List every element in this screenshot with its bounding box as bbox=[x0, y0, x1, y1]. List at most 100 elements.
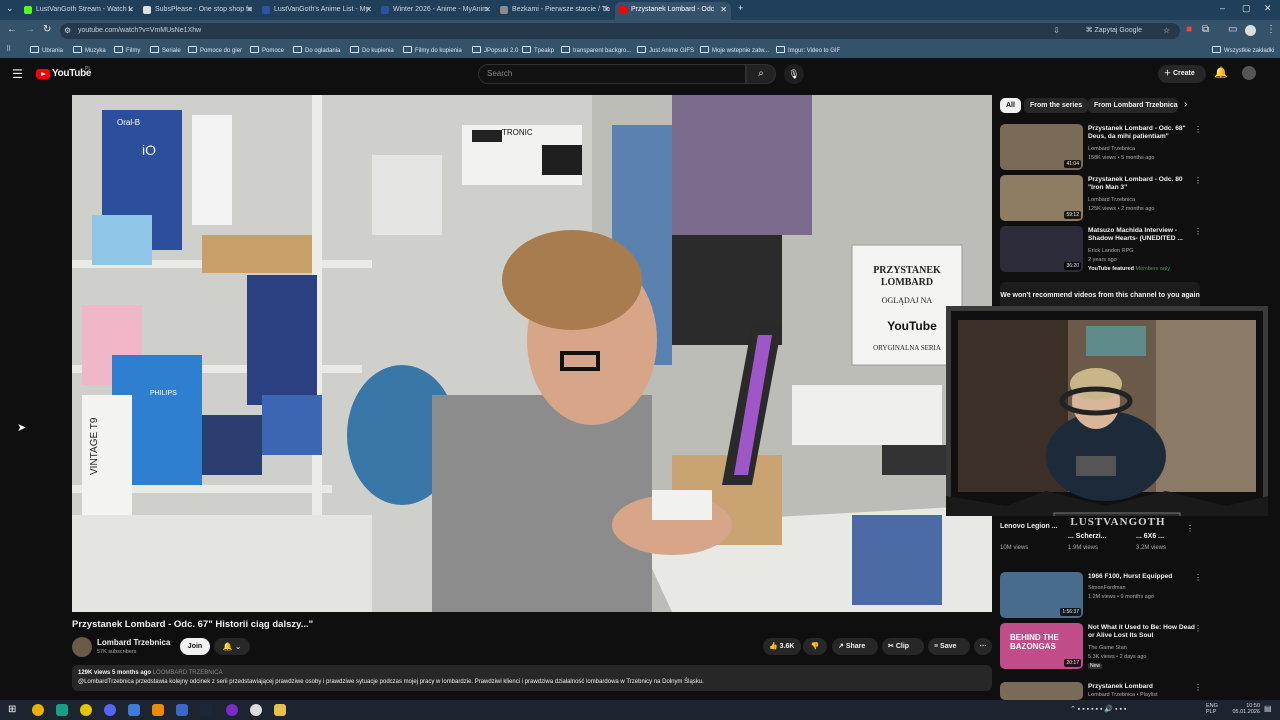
account-avatar[interactable] bbox=[1242, 66, 1256, 80]
rec-title[interactable]: 1966 F100, Hurst Equipped bbox=[1088, 573, 1196, 581]
video-thumbnail[interactable]: BEHIND THE BAZONGAS 20:17 bbox=[1000, 623, 1083, 669]
discord-app-icon[interactable] bbox=[104, 704, 116, 716]
close-window-icon[interactable]: ✕ bbox=[1264, 3, 1272, 14]
video-thumbnail[interactable]: 36:20 bbox=[1000, 226, 1083, 272]
close-tab-icon[interactable]: ✕ bbox=[246, 2, 253, 18]
close-tab-icon[interactable]: ✕ bbox=[484, 2, 491, 18]
clock[interactable]: 10:50 05.01.2026 bbox=[1224, 703, 1260, 715]
bookmark-folder[interactable]: Pomoce do gier bbox=[188, 46, 242, 54]
url-input[interactable]: youtube.com/watch?v=VmMUsNe1Xhw ⚙ ⇩ ⌘ Za… bbox=[60, 23, 1180, 39]
obs-app-icon[interactable] bbox=[250, 704, 262, 716]
extensions-puzzle-icon[interactable]: ⧉ bbox=[1202, 24, 1209, 35]
bookmark-link[interactable]: Moje wstepnie zatw... bbox=[700, 46, 769, 54]
menu-dots-icon[interactable]: ⋮ bbox=[1266, 24, 1276, 35]
video-thumbnail[interactable]: 59:12 bbox=[1000, 175, 1083, 221]
notifications-bell-icon[interactable]: 🔔 bbox=[1214, 66, 1228, 79]
site-info-icon[interactable]: ⚙ bbox=[64, 23, 71, 39]
bookmark-folder[interactable]: Pomoce bbox=[250, 46, 284, 54]
voice-search-icon[interactable]: 🎙 bbox=[784, 64, 804, 84]
rec-title[interactable]: Przystanek Lombard - Odc. 68" Deus, da m… bbox=[1088, 125, 1196, 141]
bookmark-link[interactable]: Tpeakp bbox=[522, 46, 554, 54]
more-options-icon[interactable]: ⋮ bbox=[1194, 227, 1202, 236]
minimize-icon[interactable]: – bbox=[1220, 3, 1225, 13]
file-explorer-icon[interactable] bbox=[274, 704, 286, 716]
bookmark-link[interactable]: Imgur: Video to GIF bbox=[776, 46, 840, 54]
bookmark-folder[interactable]: Do kupienia bbox=[350, 46, 394, 54]
rec-title[interactable]: Przystanek Lombard bbox=[1088, 683, 1196, 691]
bookmark-folder[interactable]: Muzyka bbox=[73, 46, 106, 54]
playlist-thumbnail[interactable] bbox=[1000, 682, 1083, 700]
recommended-video[interactable]: 41:04 Przystanek Lombard - Odc. 68" Deus… bbox=[1000, 124, 1202, 170]
recommended-video[interactable]: 36:20 Matsuzo Machida Interview - Shadow… bbox=[1000, 226, 1202, 272]
subscription-bell-button[interactable]: 🔔 ⌄ bbox=[214, 638, 250, 655]
save-button[interactable]: ≡ Save bbox=[928, 638, 970, 655]
more-options-icon[interactable]: ⋮ bbox=[1194, 125, 1202, 134]
recommended-video[interactable]: 1:56:37 1966 F100, Hurst Equipped SimonF… bbox=[1000, 572, 1202, 618]
steam-app-icon[interactable] bbox=[200, 704, 212, 716]
maximize-icon[interactable]: ▢ bbox=[1242, 3, 1251, 14]
forward-icon[interactable]: → bbox=[25, 24, 35, 35]
start-menu-icon[interactable]: ⊞ bbox=[8, 704, 20, 716]
dislike-button[interactable]: 👎 bbox=[803, 638, 827, 655]
browser-tab-2[interactable]: SubsPlease - One stop shop fo ✕ bbox=[139, 2, 257, 20]
like-button[interactable]: 👍 3.6K bbox=[763, 638, 801, 655]
tabs-icon[interactable]: ▭ bbox=[1228, 24, 1237, 35]
system-tray-icons[interactable]: ⌃ ▪ ▪ ▪ ▪ ▪ ▪ 🔊 ▪ ▪ ▪ bbox=[1070, 705, 1126, 713]
short-title[interactable]: ... 6X6 ... bbox=[1136, 532, 1184, 541]
vlc-app-icon[interactable] bbox=[152, 704, 164, 716]
channel-name[interactable]: Lombard Trzebnica bbox=[97, 638, 170, 647]
apps-grid-icon[interactable]: ⠿ bbox=[6, 45, 11, 53]
keyboard-language[interactable]: ENG PLP bbox=[1206, 703, 1218, 715]
install-icon[interactable]: ⇩ bbox=[1053, 23, 1060, 39]
video-thumbnail[interactable]: 1:56:37 bbox=[1000, 572, 1083, 618]
short-title[interactable]: Lenovo Legion ... bbox=[1000, 522, 1058, 531]
more-options-icon[interactable]: ⋮ bbox=[1194, 176, 1202, 185]
bookmark-folder[interactable]: Filmy bbox=[114, 46, 140, 54]
app-icon[interactable] bbox=[128, 704, 140, 716]
search-input[interactable]: Search bbox=[478, 64, 746, 84]
browser-tab-3[interactable]: LustVanGoth's Anime List - My ✕ bbox=[258, 2, 376, 20]
all-bookmarks-folder[interactable]: Wszystkie zakładki bbox=[1212, 46, 1274, 54]
description-box[interactable]: 129K views 5 months ago LOOMBARD TRZEBNI… bbox=[72, 665, 992, 691]
app-icon[interactable] bbox=[56, 704, 68, 716]
bookmark-folder[interactable]: Do ogladania bbox=[293, 46, 340, 54]
youtube-logo-icon[interactable] bbox=[36, 69, 50, 79]
more-options-icon[interactable]: ⋮ bbox=[1186, 524, 1194, 533]
create-button[interactable]: ＋ Create bbox=[1158, 65, 1206, 83]
app-icon[interactable] bbox=[80, 704, 92, 716]
new-tab-button[interactable]: + bbox=[738, 3, 743, 13]
share-button[interactable]: ↗ Share bbox=[832, 638, 878, 655]
bookmark-link[interactable]: transparent backgro... bbox=[561, 46, 631, 54]
channel-avatar[interactable] bbox=[72, 637, 92, 657]
notification-center-icon[interactable]: ▤ bbox=[1264, 704, 1272, 713]
more-options-icon[interactable]: ⋮ bbox=[1194, 573, 1202, 582]
back-icon[interactable]: ← bbox=[7, 24, 17, 35]
more-actions-button[interactable]: ⋯ bbox=[974, 638, 992, 655]
close-tab-icon[interactable]: ✕ bbox=[365, 2, 372, 18]
extension-icon[interactable]: ■ bbox=[1186, 24, 1192, 35]
tab-search-icon[interactable]: ⌄ bbox=[6, 3, 14, 14]
clip-button[interactable]: ✂ Clip bbox=[882, 638, 924, 655]
search-button[interactable]: ⌕ bbox=[746, 64, 776, 84]
close-tab-icon[interactable]: ✕ bbox=[720, 2, 727, 18]
video-thumbnail[interactable]: 41:04 bbox=[1000, 124, 1083, 170]
close-tab-icon[interactable]: ✕ bbox=[127, 2, 134, 18]
chip-from-channel[interactable]: From Lombard Trzebnica bbox=[1088, 98, 1178, 113]
join-button[interactable]: Join bbox=[180, 638, 210, 655]
hashtag[interactable]: LOOMBARD TRZEBNICA bbox=[153, 670, 223, 676]
video-player[interactable]: PRZYSTANEK LOMBARD OGLĄDAJ NA YouTube OR… bbox=[72, 95, 992, 612]
chip-all[interactable]: All bbox=[1000, 98, 1021, 113]
browser-tab-active[interactable]: Przystanek Lombard - Odc ✕ bbox=[615, 2, 731, 20]
chip-from-series[interactable]: From the series bbox=[1024, 98, 1089, 113]
app-icon[interactable] bbox=[226, 704, 238, 716]
chevron-right-icon[interactable]: › bbox=[1184, 99, 1187, 110]
recommended-video[interactable]: BEHIND THE BAZONGAS 20:17 Not What it Us… bbox=[1000, 623, 1202, 669]
rec-title[interactable]: Matsuzo Machida Interview - Shadow Heart… bbox=[1088, 227, 1196, 243]
reload-icon[interactable]: ↻ bbox=[43, 24, 51, 35]
chrome-app-icon[interactable] bbox=[32, 704, 44, 716]
hamburger-menu-icon[interactable]: ☰ bbox=[12, 67, 23, 81]
bookmark-folder[interactable]: Filmy do kupienia bbox=[403, 46, 462, 54]
recommended-playlist[interactable]: Przystanek Lombard Lombard Trzebnica • P… bbox=[1000, 682, 1200, 700]
bookmark-link[interactable]: JPopsuki 2.0 bbox=[472, 46, 518, 54]
browser-tab-1[interactable]: LustVanGoth Stream - Watch L ✕ bbox=[20, 2, 138, 20]
